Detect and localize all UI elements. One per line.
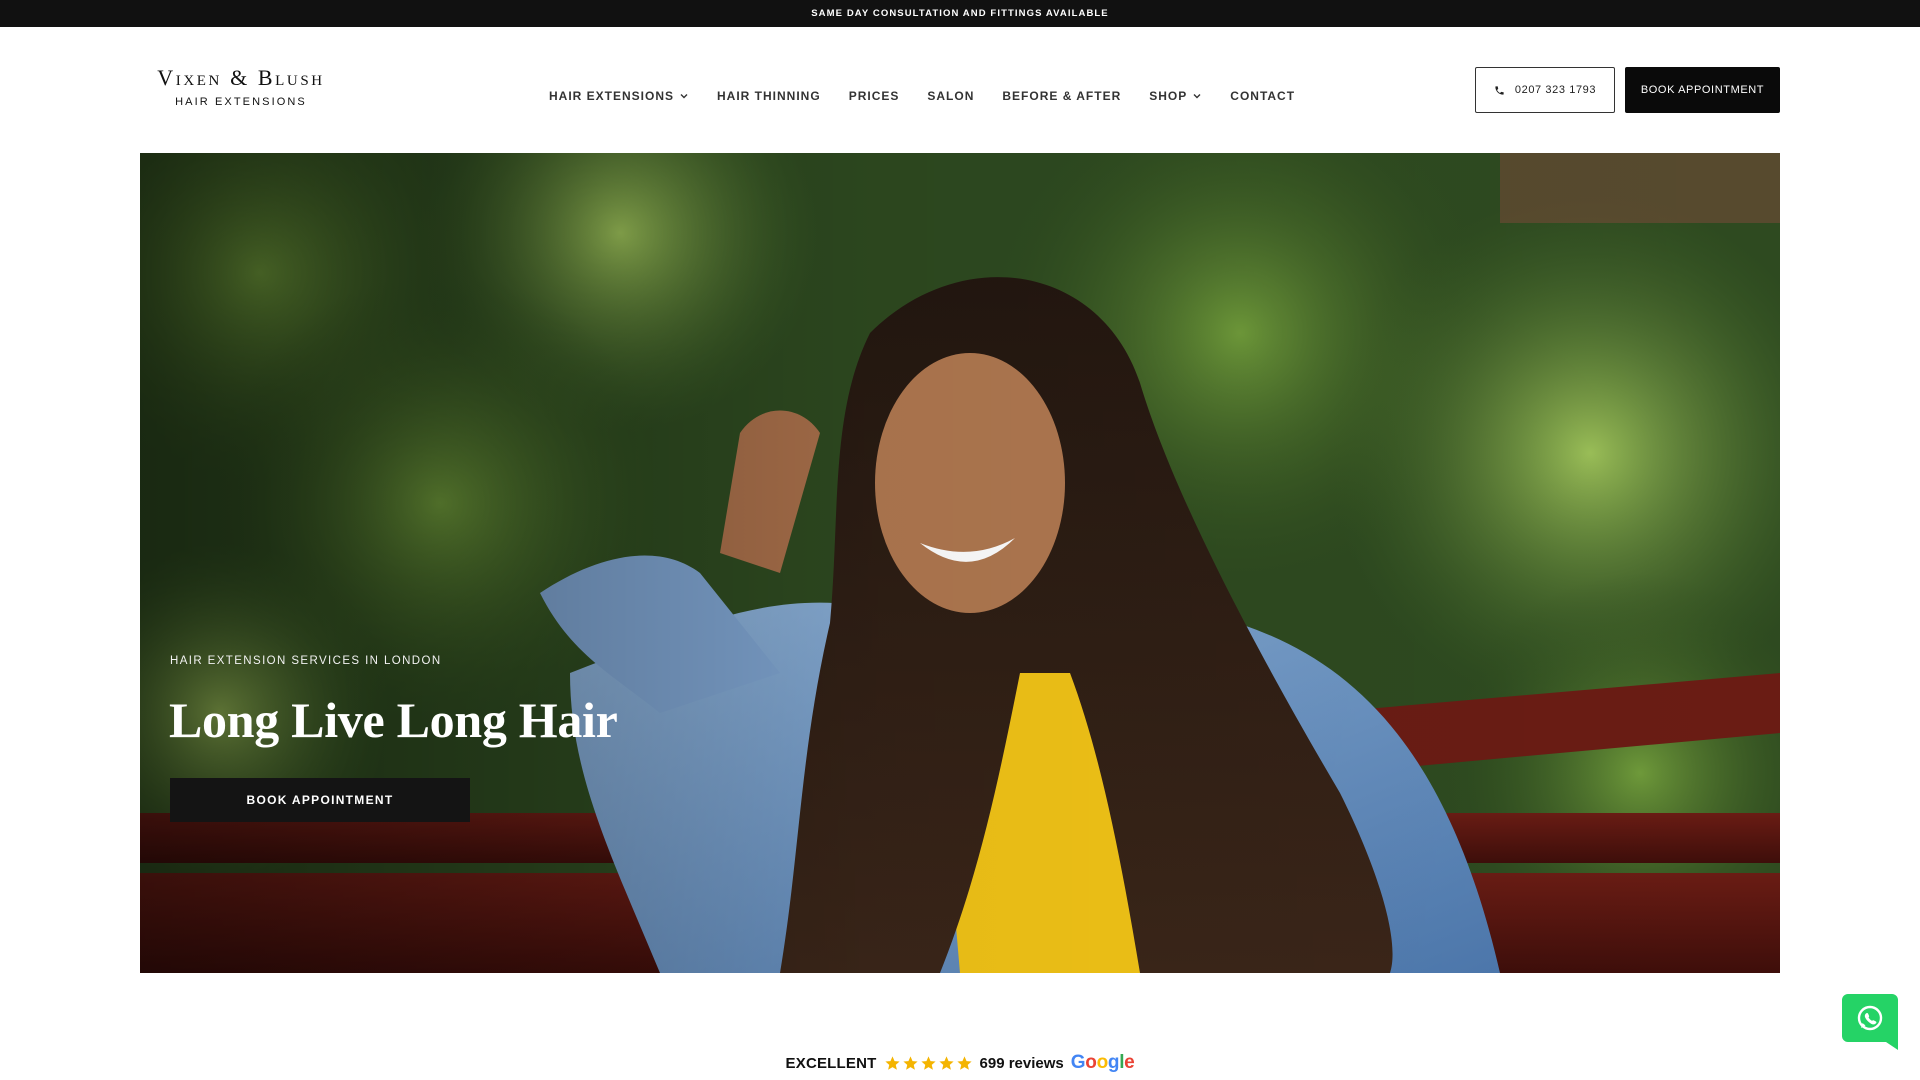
book-appointment-label: BOOK APPOINTMENT <box>1640 84 1765 96</box>
phone-icon <box>1495 85 1504 95</box>
announcement-bar: SAME DAY CONSULTATION AND FITTINGS AVAIL… <box>0 0 1920 27</box>
reviews-badge[interactable]: EXCELLENT 699 reviews Google <box>0 1049 1920 1077</box>
whatsapp-icon <box>1842 994 1898 1050</box>
nav-item-prices[interactable]: PRICES <box>849 89 900 103</box>
phone-button[interactable]: 0207 323 1793 <box>1475 67 1615 113</box>
logo[interactable]: Vixen & Blush HAIR EXTENSIONS <box>140 65 342 108</box>
star-rating <box>884 1055 973 1072</box>
logo-wordmark: Vixen & Blush <box>157 65 325 90</box>
nav-item-label: SHOP <box>1149 89 1188 103</box>
star-icon <box>956 1055 972 1070</box>
logo-subtitle: HAIR EXTENSIONS <box>175 96 307 108</box>
nav-item-hair-thinning[interactable]: HAIR THINNING <box>717 89 821 103</box>
rating-word: EXCELLENT <box>785 1054 877 1072</box>
nav-item-label: SALON <box>927 89 975 103</box>
star-icon <box>920 1055 936 1070</box>
nav-item-contact[interactable]: CONTACT <box>1230 89 1295 103</box>
announcement-text: SAME DAY CONSULTATION AND FITTINGS AVAIL… <box>811 8 1109 19</box>
nav-item-before-after[interactable]: BEFORE & AFTER <box>1002 89 1121 103</box>
site-header: Vixen & Blush HAIR EXTENSIONS HAIR EXTEN… <box>0 27 1920 153</box>
star-icon <box>884 1055 900 1070</box>
phone-number: 0207 323 1793 <box>1514 84 1597 96</box>
hero-eyebrow: HAIR EXTENSION SERVICES IN LONDON <box>170 655 442 667</box>
nav-item-label: HAIR EXTENSIONS <box>549 89 675 103</box>
nav-item-label: CONTACT <box>1230 89 1296 103</box>
nav-item-label: HAIR THINNING <box>717 89 821 103</box>
hero-image <box>140 153 1780 973</box>
chevron-down-icon <box>680 94 688 99</box>
google-logo: Google <box>1070 1052 1135 1073</box>
hero-title: Long Live Long Hair <box>169 692 618 748</box>
review-count: 699 reviews <box>979 1054 1064 1072</box>
hero-book-appointment-label: BOOK APPOINTMENT <box>246 793 394 807</box>
star-icon <box>902 1055 918 1070</box>
chevron-down-icon <box>1193 94 1201 99</box>
nav-item-label: BEFORE & AFTER <box>1002 89 1122 103</box>
hero-banner: HAIR EXTENSION SERVICES IN LONDON Long L… <box>140 153 1780 973</box>
book-appointment-button[interactable]: BOOK APPOINTMENT <box>1625 67 1780 113</box>
star-icon <box>938 1055 954 1070</box>
nav-item-hair-extensions[interactable]: HAIR EXTENSIONS <box>549 89 689 103</box>
main-nav: HAIR EXTENSIONS HAIR THINNING PRICES SAL… <box>549 83 1295 109</box>
nav-item-label: PRICES <box>848 89 900 103</box>
nav-item-salon[interactable]: SALON <box>927 89 974 103</box>
whatsapp-chat-button[interactable] <box>1840 992 1900 1052</box>
nav-item-shop[interactable]: SHOP <box>1149 89 1202 103</box>
hero-book-appointment-button[interactable]: BOOK APPOINTMENT <box>170 778 470 822</box>
